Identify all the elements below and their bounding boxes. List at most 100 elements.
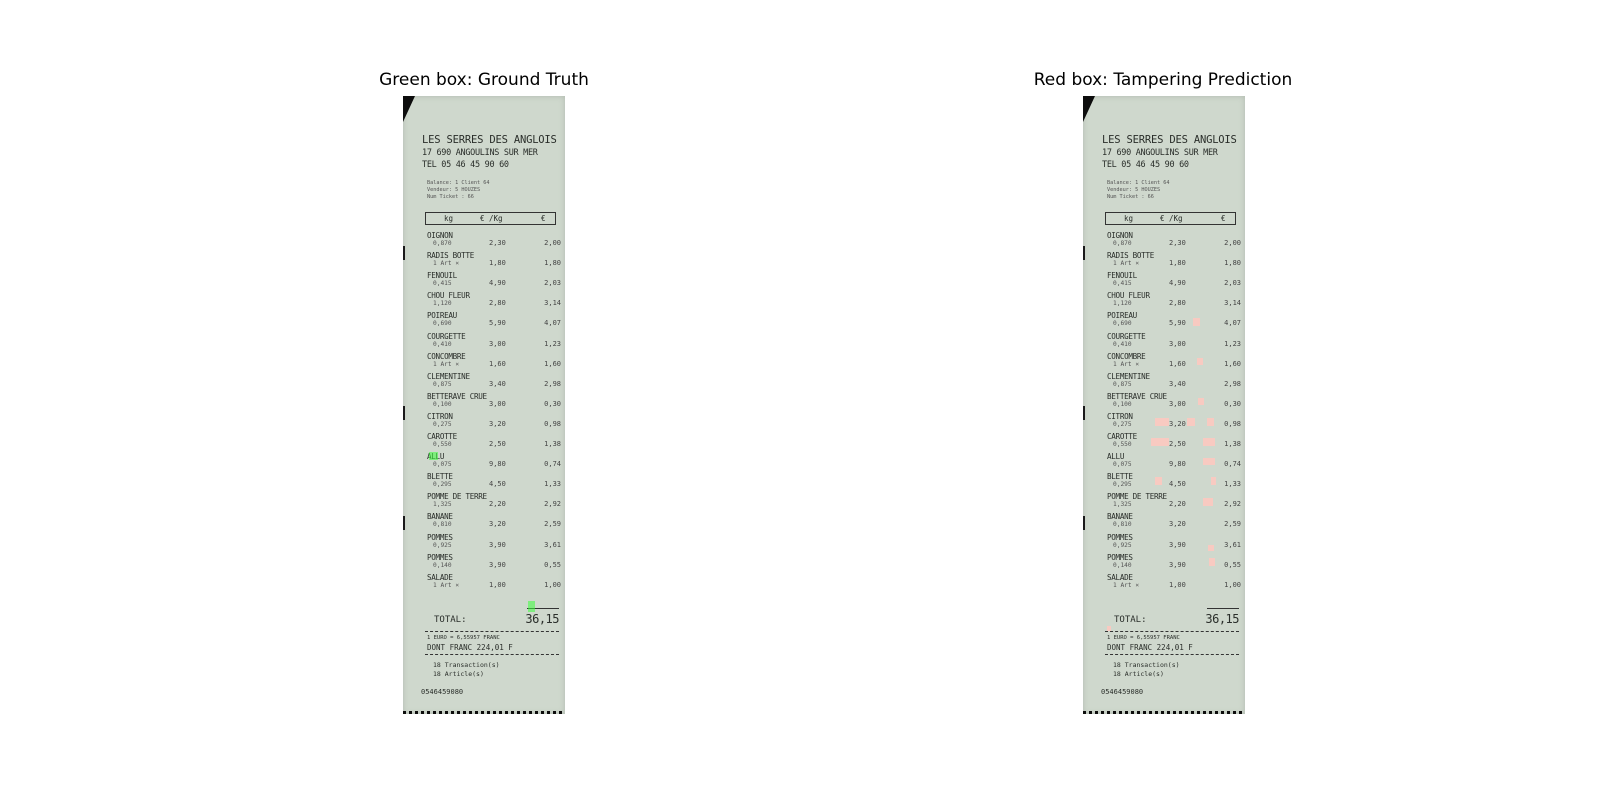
article-count: 18 Article(s): [433, 670, 484, 678]
receipt-edge-mark: [1083, 246, 1085, 260]
item-quantity: 0,810: [1113, 521, 1132, 529]
store-address: 17 690 ANGOULINS SUR MER: [1102, 148, 1218, 158]
receipt-line-item: BANANE 0,810 3,20 2,59: [1107, 512, 1241, 532]
tampering-prediction-region: [1208, 545, 1214, 551]
item-name: RADIS BOTTE: [427, 251, 474, 261]
item-name: CONCOMBRE: [1107, 351, 1146, 361]
receipt-line-item: BLETTE 0,295 4,50 1,33: [427, 472, 561, 492]
item-amount: 2,00: [544, 239, 561, 247]
item-name: CHOU FLEUR: [1107, 291, 1150, 301]
item-unit-price: 3,90: [489, 560, 506, 569]
receipt-line-item: RADIS BOTTE 1 Art × 1,80 1,80: [1107, 251, 1241, 271]
item-amount: 1,33: [544, 480, 561, 489]
item-quantity: 0,140: [1113, 561, 1132, 569]
tampering-prediction-region: [1207, 418, 1214, 426]
receipt-torn-corner: [403, 96, 415, 122]
tampering-prediction-region: [1155, 477, 1162, 485]
item-quantity: 0,550: [433, 441, 452, 448]
ground-truth-region: [429, 452, 438, 460]
item-amount: 2,03: [544, 279, 561, 288]
item-name: COURGETTE: [427, 331, 466, 341]
receipt-line-item: BLETTE 0,295 4,50 1,33: [1107, 472, 1241, 492]
item-amount: 4,07: [1224, 319, 1241, 328]
item-quantity: 0,690: [1113, 320, 1132, 328]
item-amount: 2,92: [544, 500, 561, 509]
receipt-torn-edge: [1083, 711, 1245, 714]
item-unit-price: 2,50: [489, 440, 506, 448]
meta-vendor: Vendeur: 5 HOUZES: [427, 187, 481, 193]
euro-rate: 1 EURO = 6,55957 FRANC: [1107, 635, 1180, 641]
column-euro: €: [1221, 214, 1226, 223]
item-unit-price: 3,40: [489, 379, 506, 388]
receipt-line-item: CAROTTE 0,550 2,50 1,38: [427, 432, 561, 452]
item-name: ALLU: [1107, 452, 1125, 462]
item-unit-price: 2,80: [489, 299, 506, 308]
franc-total: DONT FRANC 224,01 F: [427, 643, 513, 652]
item-amount: 1,00: [544, 580, 561, 589]
item-unit-price: 3,20: [1169, 419, 1186, 428]
receipt-line-item: FENOUIL 0,415 4,90 2,03: [427, 271, 561, 291]
item-unit-price: 3,90: [1169, 540, 1186, 549]
item-amount: 1,80: [544, 259, 561, 268]
total-label: TOTAL:: [434, 615, 467, 625]
receipt-edge-mark: [403, 516, 405, 530]
receipt-line-item: POMMES 0,925 3,90 3,61: [1107, 533, 1241, 553]
receipt-edge-mark: [1083, 406, 1085, 420]
receipt-line-item: CONCOMBRE 1 Art × 1,60 1,60: [427, 352, 561, 372]
item-name: POMMES: [427, 552, 453, 562]
receipt-line-item: OIGNON 0,870 2,30 2,00: [427, 231, 561, 251]
item-unit-price: 3,00: [489, 399, 506, 408]
receipt-line-item: COURGETTE 0,410 3,00 1,23: [1107, 332, 1241, 352]
item-amount: 3,14: [1224, 299, 1241, 308]
tampering-prediction-region: [1211, 477, 1216, 485]
item-quantity: 0,690: [433, 320, 452, 328]
item-amount: 2,03: [1224, 279, 1241, 288]
item-quantity: 0,100: [1113, 400, 1132, 408]
item-amount: 0,98: [544, 419, 561, 428]
receipt-edge-mark: [1083, 516, 1085, 530]
tampering-prediction-region: [1203, 458, 1215, 465]
item-amount: 0,74: [544, 460, 561, 469]
item-amount: 3,61: [1224, 540, 1241, 549]
column-price-per-kg: € /Kg: [1160, 214, 1183, 223]
item-amount: 2,59: [1224, 520, 1241, 529]
receipt-line-item: SALADE 1 Art × 1,00 1,00: [1107, 573, 1241, 593]
tampering-prediction-region: [1197, 358, 1203, 365]
item-quantity: 0,410: [433, 340, 452, 348]
item-quantity: 1,120: [1113, 300, 1132, 308]
item-amount: 0,55: [1224, 560, 1241, 569]
item-quantity: 0,075: [1113, 461, 1132, 469]
item-name: BETTERAVE CRUE: [427, 391, 487, 401]
item-quantity: 0,100: [433, 400, 452, 408]
item-quantity: 0,275: [433, 420, 452, 428]
item-unit-price: 2,50: [1169, 440, 1186, 448]
tampering-prediction-region: [1187, 418, 1195, 426]
meta-ticket: Num Ticket : 66: [1107, 194, 1154, 200]
franc-total: DONT FRANC 224,01 F: [1107, 643, 1193, 652]
item-amount: 1,23: [1224, 339, 1241, 348]
item-unit-price: 3,00: [489, 339, 506, 348]
item-amount: 0,30: [544, 399, 561, 408]
item-quantity: 0,925: [1113, 541, 1132, 549]
meta-ticket: Num Ticket : 66: [427, 194, 474, 200]
item-unit-price: 4,90: [489, 279, 506, 288]
receipt-line-item: POMMES 0,925 3,90 3,61: [427, 533, 561, 553]
meta-balance: Balance: 1 Client 64: [1107, 180, 1170, 186]
store-name: LES SERRES DES ANGLOIS: [422, 134, 557, 146]
item-quantity: 1 Art ×: [433, 260, 460, 268]
prediction-title: Red box: Tampering Prediction: [1033, 70, 1293, 90]
receipt-phone-number: 0546459080: [421, 688, 464, 696]
item-name: POMMES: [427, 532, 453, 542]
item-name: FENOUIL: [427, 271, 457, 281]
item-amount: 0,74: [1224, 460, 1241, 469]
item-quantity: 0,810: [433, 521, 452, 529]
item-name: SALADE: [1107, 572, 1133, 582]
item-name: POMMES: [1107, 532, 1133, 542]
euro-rate: 1 EURO = 6,55957 FRANC: [427, 635, 500, 641]
total-value: 36,15: [525, 612, 559, 626]
item-amount: 0,55: [544, 560, 561, 569]
item-name: RADIS BOTTE: [1107, 251, 1154, 261]
item-quantity: 0,295: [1113, 481, 1132, 489]
dashed-divider: [1105, 631, 1239, 632]
item-amount: 1,60: [1224, 359, 1241, 368]
